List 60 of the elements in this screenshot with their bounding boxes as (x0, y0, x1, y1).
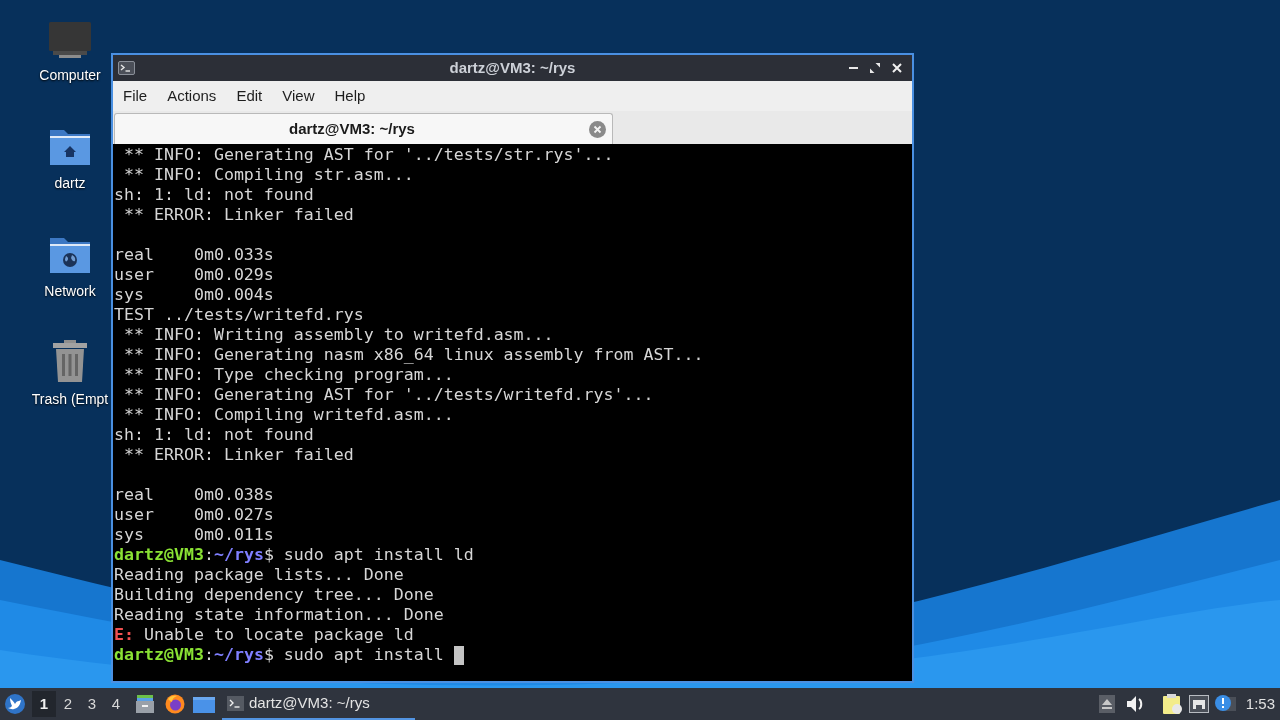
terminal-line: ** INFO: Compiling str.asm... (123, 165, 414, 185)
trash-can-icon (52, 340, 88, 382)
terminal-tab[interactable]: dartz@VM3: ~/rys (114, 113, 613, 144)
terminal-line: ** INFO: Generating AST for '../tests/writefd.rys'... (123, 385, 654, 405)
desktop-shortcut[interactable]: Network (44, 234, 96, 300)
terminal-line: ** INFO: Writing assembly to writefd.asm... (123, 325, 554, 345)
terminal-line: sys 0m0.004s (114, 285, 274, 305)
file-cabinet-icon[interactable] (135, 694, 155, 714)
browser-icon[interactable] (165, 694, 185, 714)
desktop-shortcut[interactable]: Trash (Empt (31, 342, 109, 408)
menu-item[interactable]: Help (324, 81, 376, 111)
bird-logo-icon[interactable] (5, 694, 25, 714)
volume-icon[interactable] (1126, 696, 1145, 712)
workspace-button[interactable]: 1 (32, 691, 56, 717)
prompt-line: dartz@VM3:~/rys$ sudo apt install (114, 645, 444, 665)
terminal-line: ** ERROR: Linker failed (123, 445, 354, 465)
terminal-line: user 0m0.029s (114, 265, 274, 285)
workspace-button[interactable]: 4 (104, 691, 128, 717)
terminal-icon (118, 61, 135, 75)
menu-item[interactable]: File (113, 81, 158, 111)
monitor-icon (49, 22, 91, 58)
network-folder-icon (49, 236, 91, 274)
eject-icon[interactable] (1098, 695, 1115, 713)
taskbar-task[interactable]: dartz@VM3: ~/rys (222, 688, 415, 720)
terminal-line: ** INFO: Generating nasm x86_64 linux assembly from AST... (123, 345, 704, 365)
close-icon[interactable] (589, 120, 606, 138)
maximize-icon (870, 63, 880, 73)
home-folder-icon (49, 128, 91, 166)
terminal-line: sh: 1: ld: not found (114, 425, 314, 445)
clipboard-icon[interactable] (1161, 694, 1182, 714)
prompt-line: dartz@VM3:~/rys$ sudo apt install ld (114, 545, 474, 565)
clock: 1:53 (1245, 693, 1275, 714)
notification-icon[interactable] (1213, 694, 1236, 714)
terminal-line: user 0m0.027s (114, 505, 274, 525)
terminal-line: TEST ../tests/writefd.rys (114, 305, 364, 325)
terminal-line: Reading state information... Done (114, 605, 444, 625)
terminal-icon (227, 695, 244, 711)
error-line: E: Unable to locate package ld (114, 625, 414, 645)
terminal-line: ** INFO: Generating AST for '../tests/str.rys'... (123, 145, 614, 165)
terminal-line: ** ERROR: Linker failed (123, 205, 354, 225)
menu-item[interactable]: Actions (157, 81, 227, 111)
terminal-line: sys 0m0.011s (114, 525, 274, 545)
minimize-icon (848, 67, 858, 69)
network-icon[interactable] (1188, 695, 1209, 713)
terminal-line: real 0m0.033s (114, 245, 274, 265)
terminal-line: sh: 1: ld: not found (114, 185, 314, 205)
workspace-button[interactable]: 2 (56, 691, 80, 717)
menu-item[interactable]: View (272, 81, 325, 111)
terminal-line: Building dependency tree... Done (114, 585, 434, 605)
window-icon[interactable] (193, 695, 215, 713)
terminal-line: ** INFO: Compiling writefd.asm... (123, 405, 454, 425)
desktop-shortcut[interactable]: Computer (39, 18, 101, 84)
desktop-shortcut[interactable]: dartz (49, 126, 91, 192)
terminal-line: ** INFO: Type checking program... (123, 365, 454, 385)
workspace-button[interactable]: 3 (80, 691, 104, 717)
terminal-line: Reading package lists... Done (114, 565, 404, 585)
window-title: dartz@VM3: ~/rys (449, 57, 576, 78)
menu-item[interactable]: Edit (226, 81, 273, 111)
terminal-line: real 0m0.038s (114, 485, 274, 505)
close-icon (892, 63, 902, 73)
